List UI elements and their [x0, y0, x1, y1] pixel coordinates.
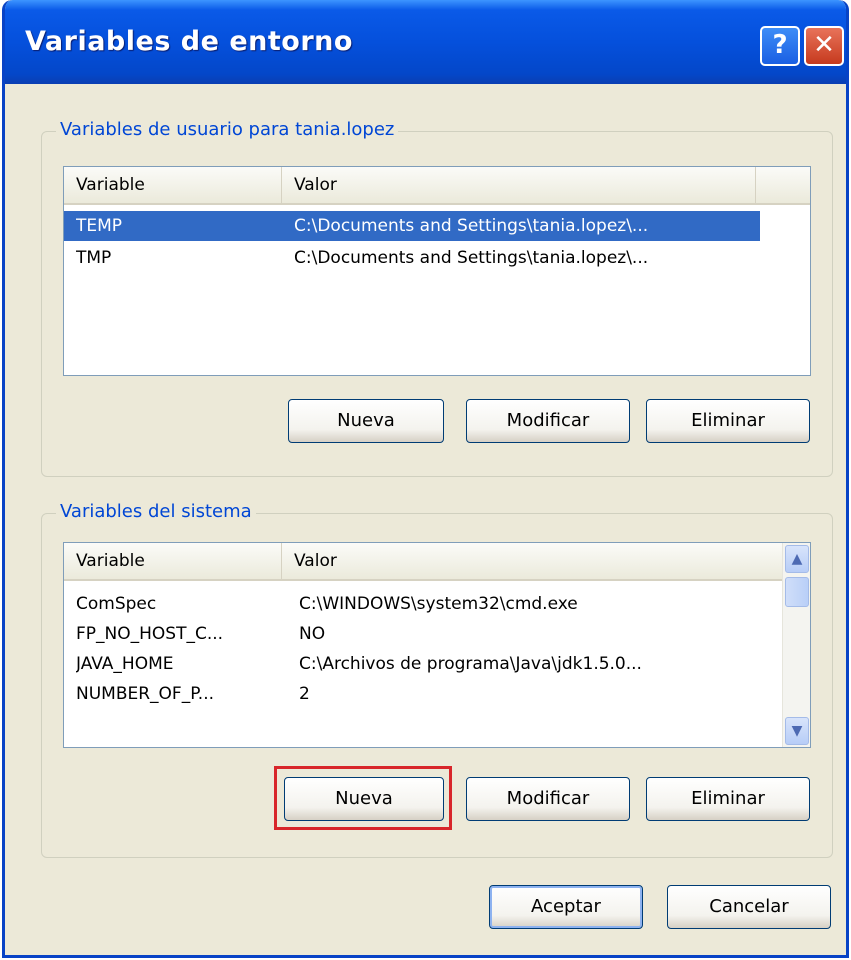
user-delete-button[interactable]: Eliminar: [646, 399, 810, 443]
variable-name: FP_NO_HOST_C...: [76, 624, 224, 644]
scrollbar-thumb[interactable]: [785, 577, 809, 607]
title-bar[interactable]: Variables de entorno ? ✕: [5, 0, 846, 84]
ok-button[interactable]: Aceptar: [489, 885, 643, 929]
close-button[interactable]: ✕: [804, 26, 844, 66]
user-edit-button[interactable]: Modificar: [466, 399, 630, 443]
variable-name: JAVA_HOME: [76, 654, 174, 674]
list-item-temp[interactable]: TEMP C:\Documents and Settings\tania.lop…: [64, 211, 760, 241]
list-item-comspec[interactable]: ComSpec C:\WINDOWS\system32\cmd.exe: [64, 589, 782, 619]
help-button[interactable]: ?: [760, 26, 800, 66]
list-item-tmp[interactable]: TMP C:\Documents and Settings\tania.lope…: [64, 243, 760, 273]
cancel-button[interactable]: Cancelar: [667, 885, 831, 929]
scroll-up-icon[interactable]: ▲: [785, 545, 809, 573]
variable-value: 2: [299, 684, 310, 704]
variable-name: ComSpec: [76, 594, 157, 614]
list-item-java-home[interactable]: JAVA_HOME C:\Archivos de programa\Java\j…: [64, 649, 782, 679]
variable-value: NO: [299, 624, 326, 644]
variable-name: TEMP: [76, 216, 123, 236]
variable-name: TMP: [76, 248, 112, 268]
list-item-fp-no-host[interactable]: FP_NO_HOST_C... NO: [64, 619, 782, 649]
window-title: Variables de entorno: [25, 26, 353, 57]
environment-variables-dialog: Variables de entorno ? ✕ Variables de us…: [2, 0, 849, 958]
list-header: Variable Valor: [64, 167, 810, 205]
user-variables-group: Variables de usuario para tania.lopez Va…: [41, 119, 833, 477]
variable-value: C:\WINDOWS\system32\cmd.exe: [299, 594, 578, 614]
list-item-number-of-processors[interactable]: NUMBER_OF_P... 2: [64, 679, 782, 709]
user-variables-list[interactable]: Variable Valor TEMP C:\Documents and Set…: [63, 166, 811, 376]
system-variables-list[interactable]: Variable Valor ComSpec C:\WINDOWS\system…: [63, 542, 811, 748]
system-variables-group: Variables del sistema Variable Valor Com…: [41, 501, 833, 858]
column-header-value[interactable]: Valor: [282, 167, 756, 203]
system-variables-group-label: Variables del sistema: [56, 501, 256, 523]
system-new-button[interactable]: Nueva: [284, 777, 444, 821]
column-header-variable[interactable]: Variable: [64, 167, 282, 203]
column-header-variable[interactable]: Variable: [64, 543, 282, 579]
variable-value: C:\Documents and Settings\tania.lopez\..…: [294, 248, 649, 268]
variable-value: C:\Archivos de programa\Java\jdk1.5.0...: [299, 654, 642, 674]
vertical-scrollbar[interactable]: ▲ ▼: [782, 543, 810, 747]
user-new-button[interactable]: Nueva: [288, 399, 444, 443]
variable-name: NUMBER_OF_P...: [76, 684, 215, 704]
system-delete-button[interactable]: Eliminar: [646, 777, 810, 821]
user-variables-group-label: Variables de usuario para tania.lopez: [56, 119, 399, 141]
list-header: Variable Valor: [64, 543, 782, 581]
scroll-down-icon[interactable]: ▼: [785, 717, 809, 745]
variable-value: C:\Documents and Settings\tania.lopez\..…: [294, 216, 649, 236]
column-header-value[interactable]: Valor: [282, 543, 782, 579]
system-edit-button[interactable]: Modificar: [466, 777, 630, 821]
